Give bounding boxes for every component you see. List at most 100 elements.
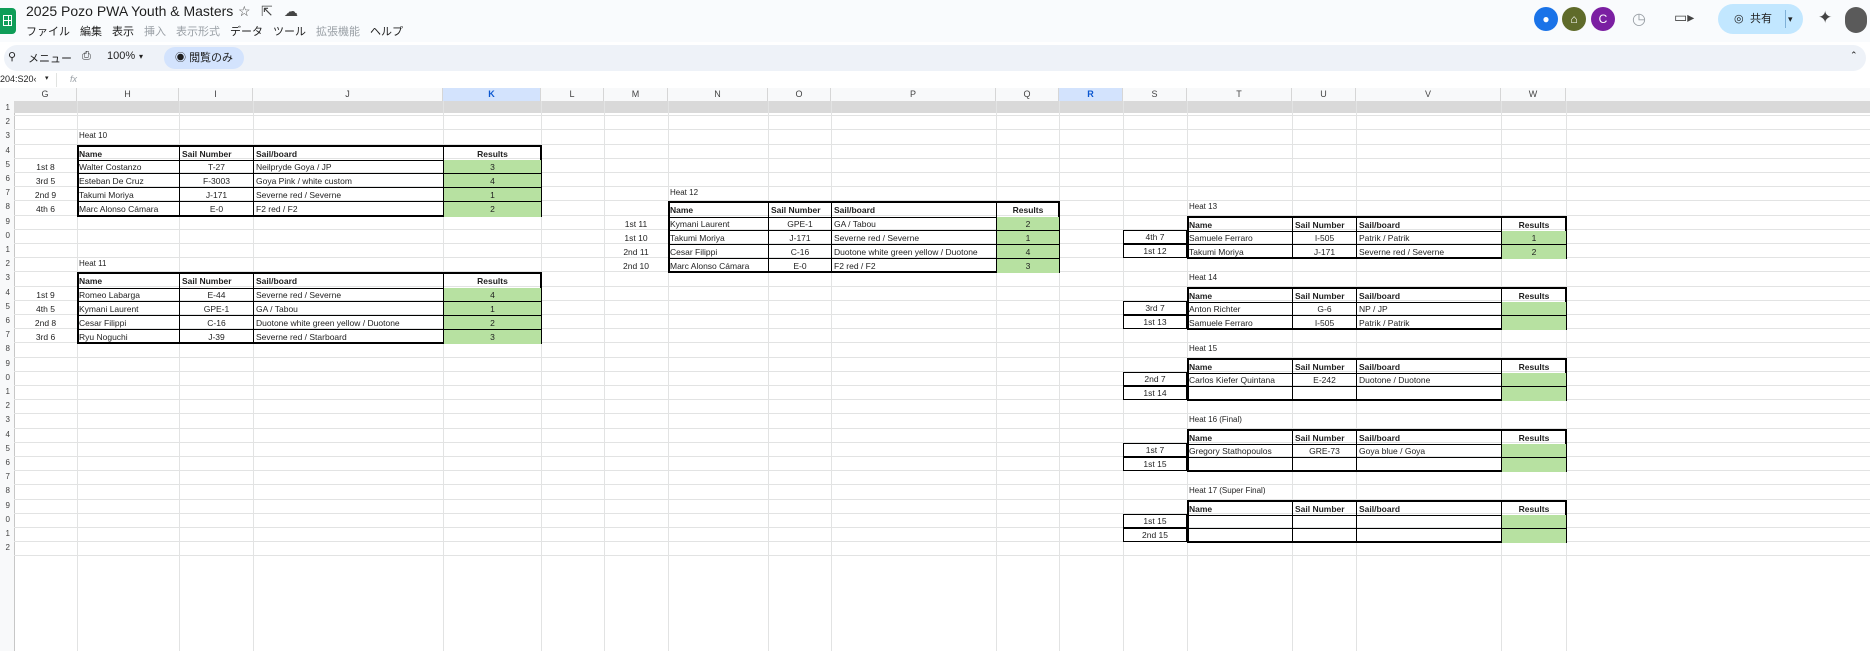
column-header-s[interactable]: S [1123,88,1187,101]
column-header-w[interactable]: W [1501,88,1566,101]
row-number[interactable]: 0 [0,373,10,382]
result-cell[interactable]: 2 [443,315,541,331]
chevron-down-icon[interactable]: ▾ [1788,4,1793,34]
collaborator-avatar-1[interactable]: ● [1534,7,1558,31]
row-number[interactable]: 8 [0,344,10,353]
row-number[interactable]: 0 [0,231,10,240]
result-cell[interactable]: 3 [996,259,1059,274]
row-number[interactable]: 9 [0,501,10,510]
row-number[interactable]: 8 [0,486,10,495]
row-number[interactable]: 2 [0,117,10,126]
row-number[interactable]: 7 [0,330,10,339]
row-number[interactable]: 3 [0,273,10,282]
row-number[interactable]: 5 [0,302,10,311]
result-cell[interactable] [1501,528,1566,544]
result-cell[interactable] [1501,386,1566,402]
column-header-p[interactable]: P [831,88,996,101]
row-number[interactable]: 1 [0,245,10,254]
user-avatar[interactable]: C [1591,7,1615,31]
view-only-chip[interactable]: ◉ 閲覧のみ [164,47,245,69]
column-header-m[interactable]: M [604,88,668,101]
menu-item[interactable]: 挿入 [144,26,166,38]
result-cell[interactable]: 2 [443,202,541,217]
collapse-menus-icon[interactable]: ⌃ [1850,50,1858,61]
row-number[interactable]: 2 [0,401,10,410]
row-number[interactable]: 1 [0,529,10,538]
column-header-extra[interactable] [1566,88,1870,101]
result-cell[interactable] [1501,443,1566,458]
row-number[interactable]: 7 [0,472,10,481]
result-cell[interactable]: 4 [443,173,541,189]
column-header-l[interactable]: L [541,88,604,101]
menu-item[interactable]: 表示形式 [176,26,220,38]
row-number[interactable]: 6 [0,458,10,467]
column-header-j[interactable]: J [253,88,443,101]
row-number[interactable]: 1 [0,387,10,396]
result-cell[interactable]: 1 [443,188,541,203]
row-number[interactable]: 9 [0,359,10,368]
row-number[interactable]: 6 [0,174,10,183]
menu-item[interactable]: ファイル [26,26,70,38]
account-avatar[interactable] [1845,7,1867,33]
history-icon[interactable]: ◷ [1632,9,1646,29]
name-box[interactable]: 204:S20‹ [0,74,37,84]
row-number[interactable]: 3 [0,415,10,424]
row-number[interactable]: 9 [0,217,10,226]
result-cell[interactable]: 1 [443,301,541,316]
star-icon[interactable]: ☆ [238,3,251,20]
column-header-r[interactable]: R [1059,88,1123,101]
row-number[interactable]: 6 [0,316,10,325]
result-cell[interactable]: 3 [443,159,541,174]
row-number[interactable]: 1 [0,103,10,112]
row-number[interactable]: 4 [0,288,10,297]
result-cell[interactable] [1501,315,1566,331]
row-number[interactable]: 0 [0,515,10,524]
cloud-status-icon[interactable]: ☁ [284,3,298,20]
menu-item[interactable]: データ [230,26,263,38]
result-cell[interactable] [1501,457,1566,473]
result-cell[interactable]: 1 [1501,230,1566,245]
row-number[interactable]: 5 [0,160,10,169]
zoom-select[interactable]: 100% [107,50,135,62]
menu-item[interactable]: ツール [273,26,306,38]
menu-item[interactable]: ヘルプ [370,26,403,38]
result-cell[interactable]: 4 [443,287,541,302]
row-number[interactable]: 2 [0,543,10,552]
gemini-icon[interactable]: ✦ [1818,8,1832,28]
row-number[interactable]: 7 [0,188,10,197]
result-cell[interactable] [1501,514,1566,529]
row-number[interactable]: 4 [0,430,10,439]
column-header-o[interactable]: O [768,88,831,101]
print-icon[interactable]: ⎙ [82,50,91,63]
row-number[interactable]: 2 [0,259,10,268]
result-cell[interactable]: 4 [996,244,1059,260]
menu-item[interactable]: 編集 [80,26,102,38]
menu-item[interactable]: 表示 [112,26,134,38]
column-header-i[interactable]: I [179,88,253,101]
column-header-v[interactable]: V [1356,88,1501,101]
row-number[interactable]: 3 [0,131,10,140]
column-header-n[interactable]: N [668,88,768,101]
menu-search-label[interactable]: メニュー [28,50,72,66]
move-to-drive-icon[interactable]: ⇱ [261,3,273,20]
column-header-u[interactable]: U [1292,88,1356,101]
row-number[interactable]: 5 [0,444,10,453]
collaborator-avatar-2[interactable]: ⌂ [1562,7,1586,31]
menu-item[interactable]: 拡張機能 [316,26,360,38]
document-title[interactable]: 2025 Pozo PWA Youth & Masters [26,3,233,19]
row-number[interactable]: 8 [0,202,10,211]
zoom-chevron-icon[interactable]: ▾ [139,52,143,61]
result-cell[interactable] [1501,301,1566,316]
video-call-icon[interactable]: ▭▸ [1674,9,1694,26]
result-cell[interactable]: 2 [996,216,1059,231]
sheets-logo-icon[interactable] [0,8,16,34]
result-cell[interactable]: 1 [996,230,1059,245]
result-cell[interactable] [1501,372,1566,387]
name-box-chevron-icon[interactable]: ▾ [45,74,49,82]
row-number[interactable]: 4 [0,146,10,155]
result-cell[interactable]: 3 [443,330,541,345]
search-icon[interactable]: ⚲ [8,50,16,63]
column-header-g[interactable]: G [14,88,77,101]
column-header-k[interactable]: K [443,88,541,101]
share-button[interactable]: ◎ 共有 ▾ [1718,4,1803,34]
